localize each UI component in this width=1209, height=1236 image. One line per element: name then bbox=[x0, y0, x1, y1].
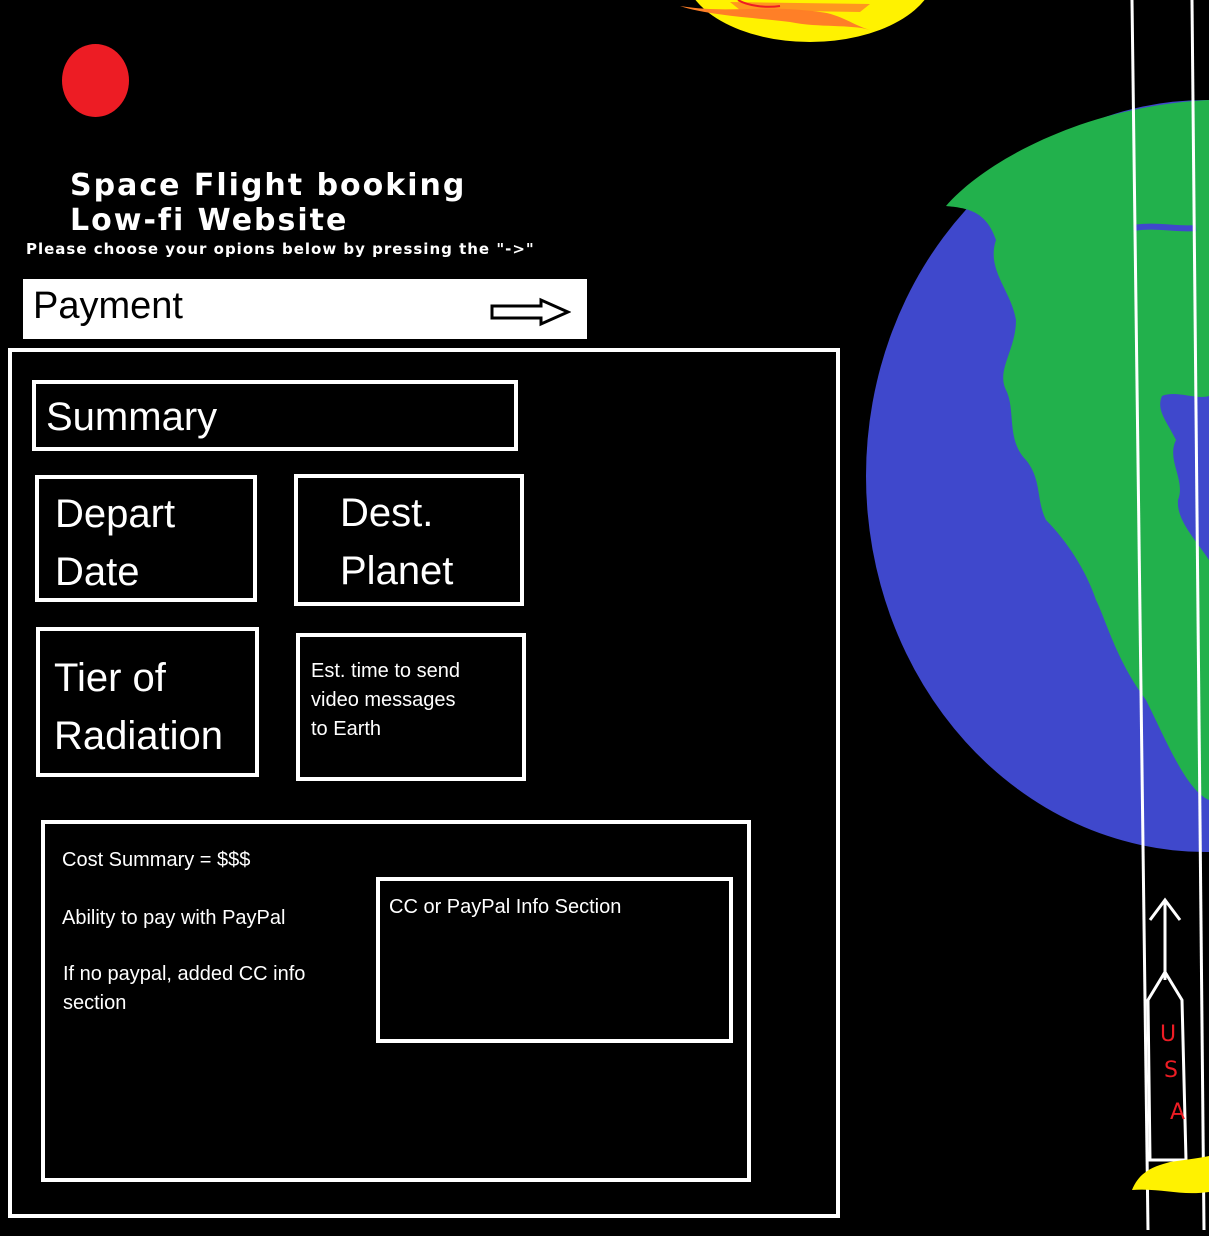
rocket-icon bbox=[1130, 0, 1209, 1231]
summary-label: Summary bbox=[46, 395, 218, 439]
page-title: Space Flight booking bbox=[70, 168, 467, 203]
video-messages-box[interactable]: Est. time to send video messages to Eart… bbox=[296, 633, 526, 781]
cost-summary-text: Cost Summary = $$$ bbox=[62, 849, 251, 871]
paypal-note: Ability to pay with PayPal bbox=[62, 907, 286, 929]
dest-planet-label-line1: Dest. bbox=[340, 491, 434, 535]
depart-date-label-line1: Depart bbox=[55, 492, 176, 536]
instruction-text: Please choose your opions below by press… bbox=[26, 240, 535, 258]
depart-date-box[interactable]: Depart Date bbox=[35, 475, 257, 602]
mockup-canvas: U S A Space Flight booking Low-fi Websit… bbox=[0, 0, 1209, 1236]
video-messages-label: Est. time to send video messages to Eart… bbox=[311, 660, 460, 740]
page-subtitle: Low-fi Website bbox=[70, 203, 349, 238]
payment-tab-button[interactable]: Payment bbox=[23, 279, 587, 339]
depart-date-label-line2: Date bbox=[55, 550, 140, 594]
dest-planet-label-line2: Planet bbox=[340, 549, 454, 593]
flag-letter: U bbox=[1160, 1022, 1177, 1047]
cc-info-note: If no paypal, added CC info section bbox=[63, 963, 306, 1014]
summary-header: Summary bbox=[32, 380, 518, 451]
sun-icon bbox=[680, 0, 925, 42]
dest-planet-box[interactable]: Dest. Planet bbox=[294, 474, 524, 606]
right-arrow-icon[interactable] bbox=[489, 297, 571, 327]
payment-info-section[interactable]: CC or PayPal Info Section bbox=[376, 877, 733, 1043]
radiation-tier-label-line2: Radiation bbox=[54, 714, 224, 758]
payment-info-label: CC or PayPal Info Section bbox=[389, 896, 622, 918]
flag-letter: S bbox=[1164, 1058, 1178, 1083]
flag-letter: A bbox=[1170, 1100, 1186, 1125]
radiation-tier-box[interactable]: Tier of Radiation bbox=[36, 627, 259, 777]
red-planet-icon bbox=[62, 44, 129, 117]
radiation-tier-label-line1: Tier of bbox=[54, 656, 166, 700]
payment-tab-label: Payment bbox=[33, 285, 183, 327]
